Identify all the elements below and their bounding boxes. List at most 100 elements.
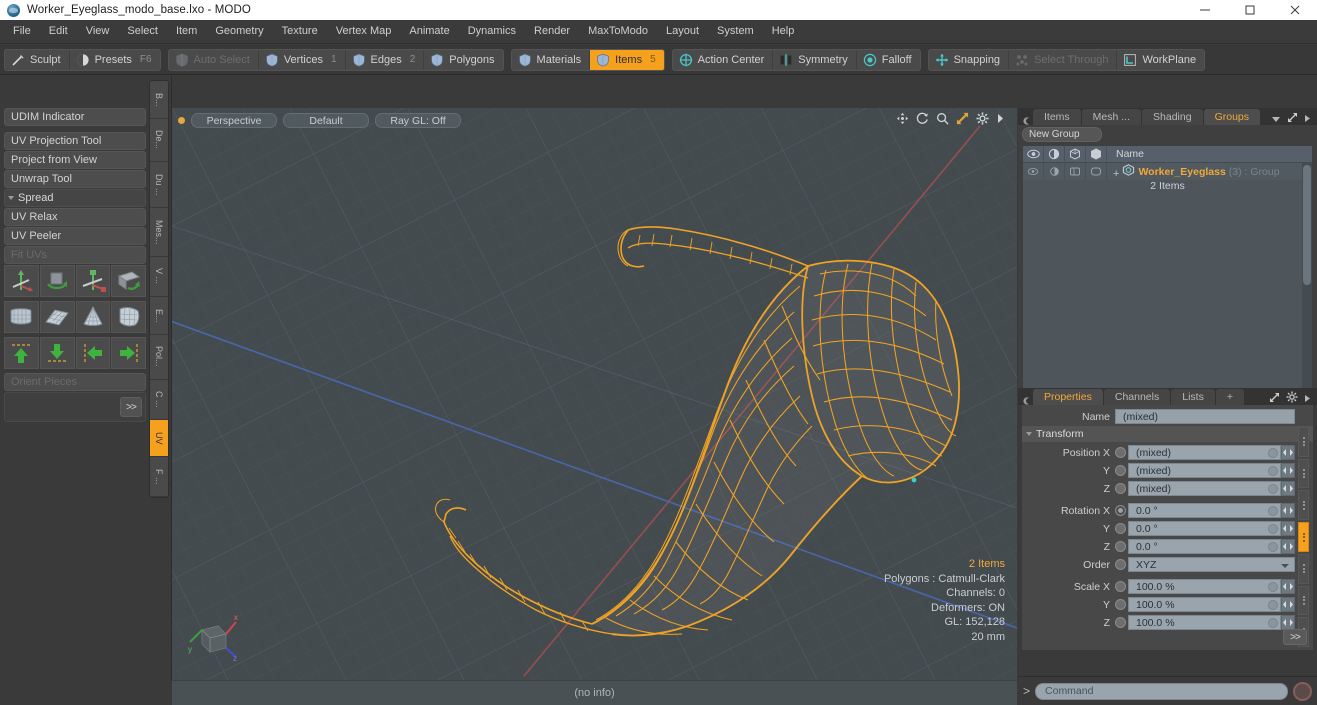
property-knob[interactable]	[1268, 600, 1278, 610]
fit-icon[interactable]	[956, 112, 969, 125]
uv-sphere-icon[interactable]	[111, 301, 146, 333]
rotate-uv-icon[interactable]	[39, 265, 75, 297]
menu-item-edit[interactable]: Edit	[40, 23, 77, 40]
transform-section-header[interactable]: Transform	[1022, 426, 1313, 442]
toolbar-snapping-button[interactable]: Snapping	[929, 49, 1010, 70]
property-channel-toggle[interactable]	[1115, 617, 1126, 628]
viewport-shading-mode[interactable]: Default	[283, 113, 369, 128]
properties-more-button[interactable]: >>	[1283, 629, 1307, 645]
property-knob[interactable]	[1268, 484, 1278, 494]
property-channel-toggle[interactable]	[1115, 559, 1126, 570]
menu-item-system[interactable]: System	[708, 23, 763, 40]
property-knob[interactable]	[1268, 448, 1278, 458]
property-input-y-4[interactable]: 0.0 °	[1128, 521, 1281, 536]
menu-item-select[interactable]: Select	[118, 23, 167, 40]
toolbar-select-through-button[interactable]: Select Through	[1009, 49, 1118, 70]
gear-icon[interactable]	[976, 112, 989, 125]
menu-item-texture[interactable]: Texture	[273, 23, 327, 40]
property-input-z-9[interactable]: 100.0 %	[1128, 615, 1281, 630]
property-channel-toggle[interactable]	[1115, 465, 1126, 476]
new-group-button[interactable]: New Group	[1022, 127, 1102, 142]
property-dot-cell-4[interactable]	[1298, 553, 1309, 584]
property-knob[interactable]	[1268, 524, 1278, 534]
property-dot-cell-5[interactable]	[1298, 585, 1309, 616]
property-input-scale-x-7[interactable]: 100.0 %	[1128, 579, 1281, 594]
property-dot-cell-3[interactable]	[1298, 522, 1309, 552]
property-dot-cell-2[interactable]	[1298, 490, 1309, 521]
flip-uv-icon[interactable]	[111, 265, 146, 297]
row-lock-icon[interactable]	[1086, 163, 1107, 180]
property-stepper[interactable]	[1281, 597, 1295, 612]
record-icon[interactable]	[1293, 681, 1312, 701]
viewport-view-mode[interactable]: Perspective	[191, 113, 277, 128]
toolbar-symmetry-button[interactable]: Symmetry	[773, 49, 857, 70]
eye-icon[interactable]	[1023, 146, 1044, 163]
chevron-down-icon[interactable]	[1271, 110, 1281, 128]
property-knob[interactable]	[1268, 618, 1278, 628]
property-dropdown-order[interactable]: XYZ	[1128, 557, 1295, 572]
render-icon[interactable]	[1065, 146, 1086, 163]
left-tool-unwrap-tool[interactable]: Unwrap Tool	[4, 170, 146, 188]
uv-grid-icon[interactable]	[39, 301, 75, 333]
property-input-rotation-x-3[interactable]: 0.0 °	[1128, 503, 1281, 518]
expand-icon[interactable]	[1287, 110, 1298, 128]
property-stepper[interactable]	[1281, 615, 1295, 630]
left-vtab-e[interactable]: E...	[150, 296, 168, 335]
properties-menu-icon[interactable]	[1022, 397, 1032, 405]
scrollbar-thumb[interactable]	[1303, 165, 1311, 285]
left-vtab-f[interactable]: F ...	[150, 457, 168, 497]
menu-item-render[interactable]: Render	[525, 23, 579, 40]
tab-shading[interactable]: Shading	[1142, 109, 1203, 125]
align-left-icon[interactable]	[75, 337, 111, 369]
toolbar-auto-select-button[interactable]: Auto Select	[169, 49, 259, 70]
left-vtab-pol[interactable]: Pol...	[150, 334, 168, 380]
scale-uv-icon[interactable]	[75, 265, 111, 297]
property-input-position-x-0[interactable]: (mixed)	[1128, 445, 1281, 460]
tab-items[interactable]: Items	[1033, 109, 1081, 125]
toolbar-workplane-button[interactable]: WorkPlane	[1117, 50, 1204, 70]
menu-item-file[interactable]: File	[4, 23, 40, 40]
align-up-icon[interactable]	[4, 337, 39, 369]
groups-list[interactable]: Name + Worker_Eyeglass (3): Group 2 Ite…	[1022, 145, 1313, 400]
property-knob[interactable]	[1268, 506, 1278, 516]
property-channel-toggle[interactable]	[1115, 581, 1126, 592]
property-stepper[interactable]	[1281, 521, 1295, 536]
left-vtab-de[interactable]: De...	[150, 118, 168, 163]
property-dot-cell-1[interactable]	[1298, 458, 1309, 489]
left-tool-uv-projection-tool[interactable]: UV Projection Tool	[4, 132, 146, 150]
left-tool-uv-peeler[interactable]: UV Peeler	[4, 227, 146, 245]
tab-mesh[interactable]: Mesh ...	[1081, 109, 1142, 125]
tab-lists[interactable]: Lists	[1171, 389, 1215, 405]
property-knob[interactable]	[1268, 466, 1278, 476]
property-channel-toggle[interactable]	[1115, 541, 1126, 552]
close-icon[interactable]	[1272, 0, 1317, 20]
align-right-icon[interactable]	[111, 337, 146, 369]
property-channel-toggle[interactable]	[1115, 505, 1126, 516]
left-vtab-uv[interactable]: UV	[150, 420, 168, 458]
toolbar-materials-button[interactable]: Materials	[512, 49, 591, 70]
toolbar-sculpt-button[interactable]: Sculpt	[5, 49, 70, 70]
menu-item-dynamics[interactable]: Dynamics	[459, 23, 525, 40]
align-down-icon[interactable]	[39, 337, 75, 369]
menu-item-view[interactable]: View	[77, 23, 119, 40]
viewport-raygl-toggle[interactable]: Ray GL: Off	[375, 113, 461, 128]
uv-cylinder-icon[interactable]	[4, 301, 39, 333]
left-panel-more-button[interactable]: >>	[120, 397, 142, 417]
maximize-icon[interactable]	[1227, 0, 1272, 20]
left-tool-uv-relax[interactable]: UV Relax	[4, 208, 146, 226]
rotate-icon[interactable]	[916, 112, 929, 125]
minimize-icon[interactable]	[1182, 0, 1227, 20]
row-shade-icon[interactable]	[1044, 163, 1065, 180]
lock-icon[interactable]	[1086, 146, 1107, 163]
toolbar-items-button[interactable]: Items 5	[590, 49, 664, 70]
toolbar-vertices-button[interactable]: Vertices 1	[259, 49, 346, 70]
toolbar-edges-button[interactable]: Edges 2	[346, 49, 425, 70]
property-dot-cell-0[interactable]	[1298, 427, 1309, 457]
property-stepper[interactable]	[1281, 481, 1295, 496]
toolbar-polygons-button[interactable]: Polygons	[424, 50, 502, 70]
property-knob[interactable]	[1268, 582, 1278, 592]
tab-channels[interactable]: Channels	[1103, 389, 1171, 405]
menu-item-layout[interactable]: Layout	[657, 23, 708, 40]
panel-menu-icon[interactable]	[1022, 117, 1032, 125]
property-stepper[interactable]	[1281, 463, 1295, 478]
